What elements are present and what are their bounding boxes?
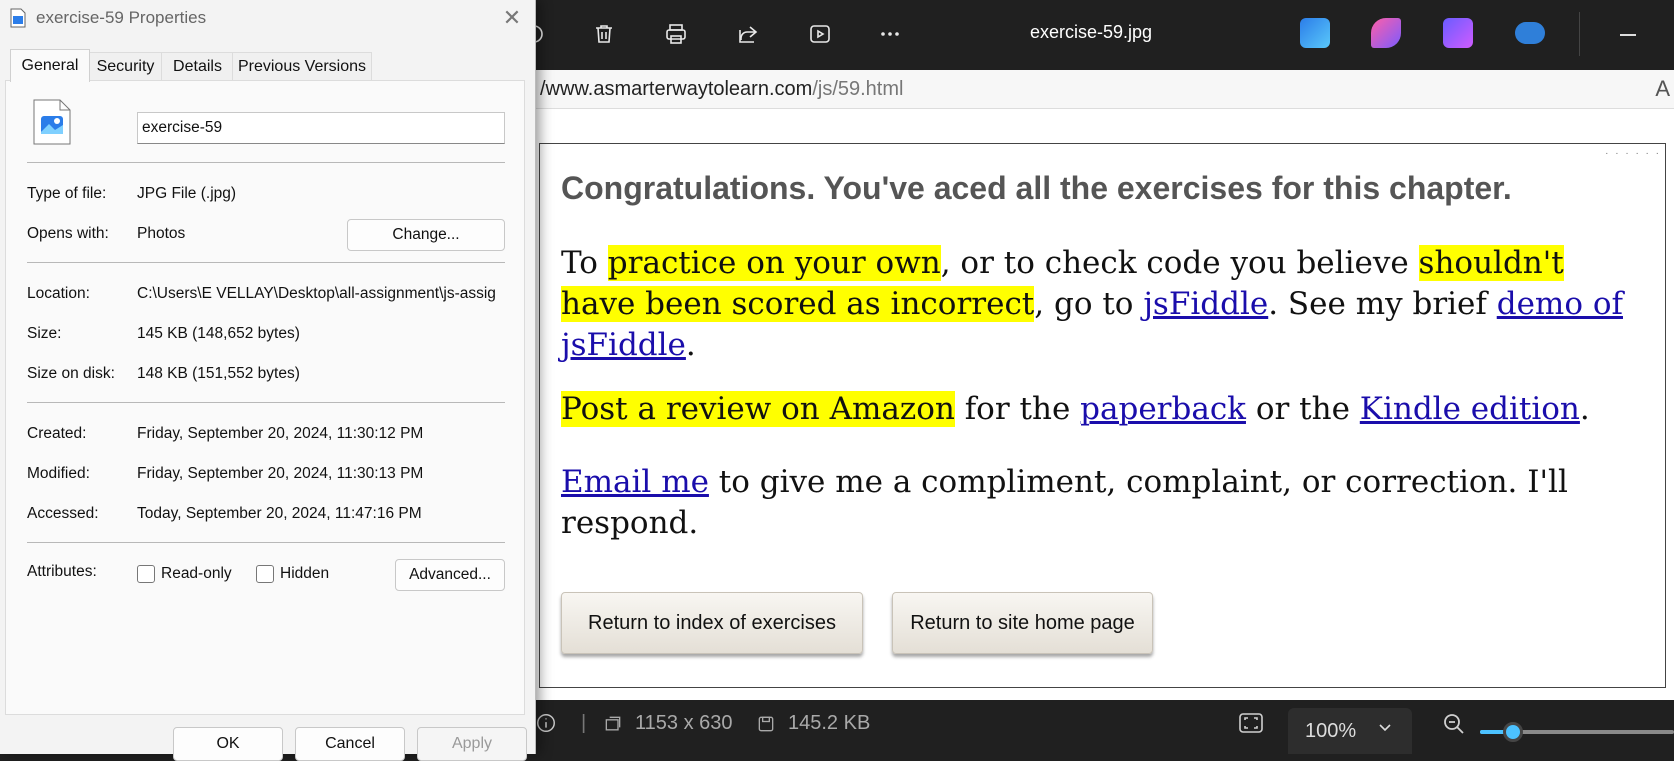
congrats-heading: Congratulations. You've aced all the exe…	[561, 170, 1512, 206]
email-link[interactable]: Email me	[561, 464, 709, 500]
tab-general[interactable]: General	[10, 49, 90, 82]
print-icon[interactable]	[658, 16, 694, 52]
highlight-review: Post a review on Amazon	[561, 391, 955, 427]
image-canvas: /www.asmarterwaytolearn.com/js/59.html A…	[535, 70, 1674, 700]
size-value: 145 KB (148,652 bytes)	[137, 325, 300, 342]
dots-decoration: · · · · · ·	[1605, 148, 1661, 159]
info-icon[interactable]	[535, 712, 557, 734]
location-value: C:\Users\E VELLAY\Desktop\all-assignment…	[137, 285, 496, 302]
text: for the	[954, 391, 1081, 427]
minimize-button[interactable]	[1612, 24, 1648, 44]
close-icon[interactable]: ✕	[500, 6, 524, 30]
divider	[27, 542, 505, 543]
url-domain: /www.asmarterwaytolearn.com	[540, 78, 813, 100]
email-paragraph: Email me to give me a compliment, compla…	[561, 462, 1641, 544]
clipchamp-icon[interactable]	[1371, 18, 1401, 48]
text: , or to check code you believe	[940, 245, 1419, 281]
location-label: Location:	[27, 285, 90, 302]
zoom-out-icon[interactable]	[1442, 712, 1466, 736]
jpg-file-large-icon	[33, 99, 71, 145]
save-disk-icon	[758, 716, 774, 731]
properties-dialog: exercise-59 Properties ✕ General Securit…	[0, 0, 536, 761]
change-button[interactable]: Change...	[347, 219, 505, 251]
accessed-label: Accessed:	[27, 505, 99, 522]
file-name-input[interactable]: exercise-59	[137, 112, 505, 144]
divider	[27, 262, 505, 263]
filesize-text: 145.2 KB	[788, 712, 871, 734]
practice-paragraph: To practice on your own, or to check cod…	[561, 243, 1641, 366]
divider	[27, 402, 505, 403]
fit-to-window-icon[interactable]	[1238, 712, 1264, 734]
type-value: JPG File (.jpg)	[137, 185, 237, 202]
text: .	[685, 327, 696, 363]
filesize-readout: 145.2 KB	[756, 712, 870, 735]
divider	[27, 162, 505, 163]
document-title: exercise-59.jpg	[1030, 22, 1153, 42]
opens-with-label: Opens with:	[27, 225, 109, 242]
zoom-value: 100%	[1305, 720, 1357, 742]
text: . See my brief	[1268, 286, 1497, 322]
return-home-button[interactable]: Return to site home page	[892, 592, 1153, 654]
readonly-label: Read-only	[161, 565, 232, 582]
size-on-disk-value: 148 KB (151,552 bytes)	[137, 365, 300, 382]
readonly-checkbox[interactable]	[137, 565, 155, 583]
webpage-frame: · · · · · · Congratulations. You've aced…	[539, 143, 1666, 688]
text: , go to	[1034, 286, 1144, 322]
size-on-disk-label: Size on disk:	[27, 365, 115, 382]
photos-icon[interactable]	[1300, 18, 1330, 48]
highlight-practice: practice on your own	[607, 245, 941, 281]
tab-previous-versions[interactable]: Previous Versions	[232, 52, 372, 81]
share-icon[interactable]	[730, 16, 766, 52]
attributes-label: Attributes:	[27, 563, 97, 580]
opens-with-value: Photos	[137, 225, 186, 242]
status-divider: |	[581, 712, 587, 734]
text: or the	[1245, 391, 1360, 427]
return-index-button[interactable]: Return to index of exercises	[561, 592, 863, 654]
more-icon[interactable]	[872, 16, 908, 52]
dimensions-text: 1153 x 630	[635, 712, 733, 734]
advanced-button[interactable]: Advanced...	[395, 559, 505, 591]
dialog-title: exercise-59 Properties	[36, 8, 207, 27]
video-editor-icon[interactable]	[1443, 18, 1473, 48]
kindle-link[interactable]: Kindle edition	[1360, 391, 1580, 427]
zoom-slider-thumb[interactable]	[1503, 722, 1523, 742]
size-label: Size:	[27, 325, 62, 342]
modified-label: Modified:	[27, 465, 90, 482]
created-value: Friday, September 20, 2024, 11:30:12 PM	[137, 425, 424, 442]
toolbar-divider	[1579, 12, 1580, 56]
tab-security[interactable]: Security	[88, 52, 163, 81]
dimensions-readout: 1153 x 630	[603, 712, 733, 735]
zoom-dropdown[interactable]: 100%	[1288, 708, 1412, 754]
apply-button[interactable]: Apply	[417, 727, 527, 761]
jsfiddle-link[interactable]: jsFiddle	[1143, 286, 1268, 322]
slideshow-icon[interactable]	[802, 16, 838, 52]
paperback-link[interactable]: paperback	[1080, 391, 1246, 427]
reader-mode-icon: A	[1655, 76, 1670, 101]
jpg-file-icon	[10, 8, 26, 28]
text: To	[561, 245, 608, 281]
review-paragraph: Post a review on Amazon for the paperbac…	[561, 389, 1641, 430]
chevron-down-icon	[1376, 718, 1394, 742]
url-path: /js/59.html	[812, 78, 904, 100]
hidden-checkbox[interactable]	[256, 565, 274, 583]
cancel-button[interactable]: Cancel	[295, 727, 405, 761]
hidden-label: Hidden	[280, 565, 330, 582]
url-bar: /www.asmarterwaytolearn.com/js/59.html A	[535, 70, 1674, 109]
text: .	[1579, 391, 1590, 427]
dimensions-icon	[605, 716, 621, 730]
text: to give me a compliment, complaint, or c…	[561, 464, 1568, 541]
ok-button[interactable]: OK	[173, 727, 283, 761]
created-label: Created:	[27, 425, 87, 442]
accessed-value: Today, September 20, 2024, 11:47:16 PM	[137, 505, 422, 522]
tab-details[interactable]: Details	[161, 52, 234, 81]
trash-icon[interactable]	[586, 16, 622, 52]
modified-value: Friday, September 20, 2024, 11:30:13 PM	[137, 465, 424, 482]
general-panel: exercise-59 Type of file: JPG File (.jpg…	[5, 80, 525, 715]
type-label: Type of file:	[27, 185, 107, 202]
onedrive-icon[interactable]	[1515, 22, 1545, 44]
